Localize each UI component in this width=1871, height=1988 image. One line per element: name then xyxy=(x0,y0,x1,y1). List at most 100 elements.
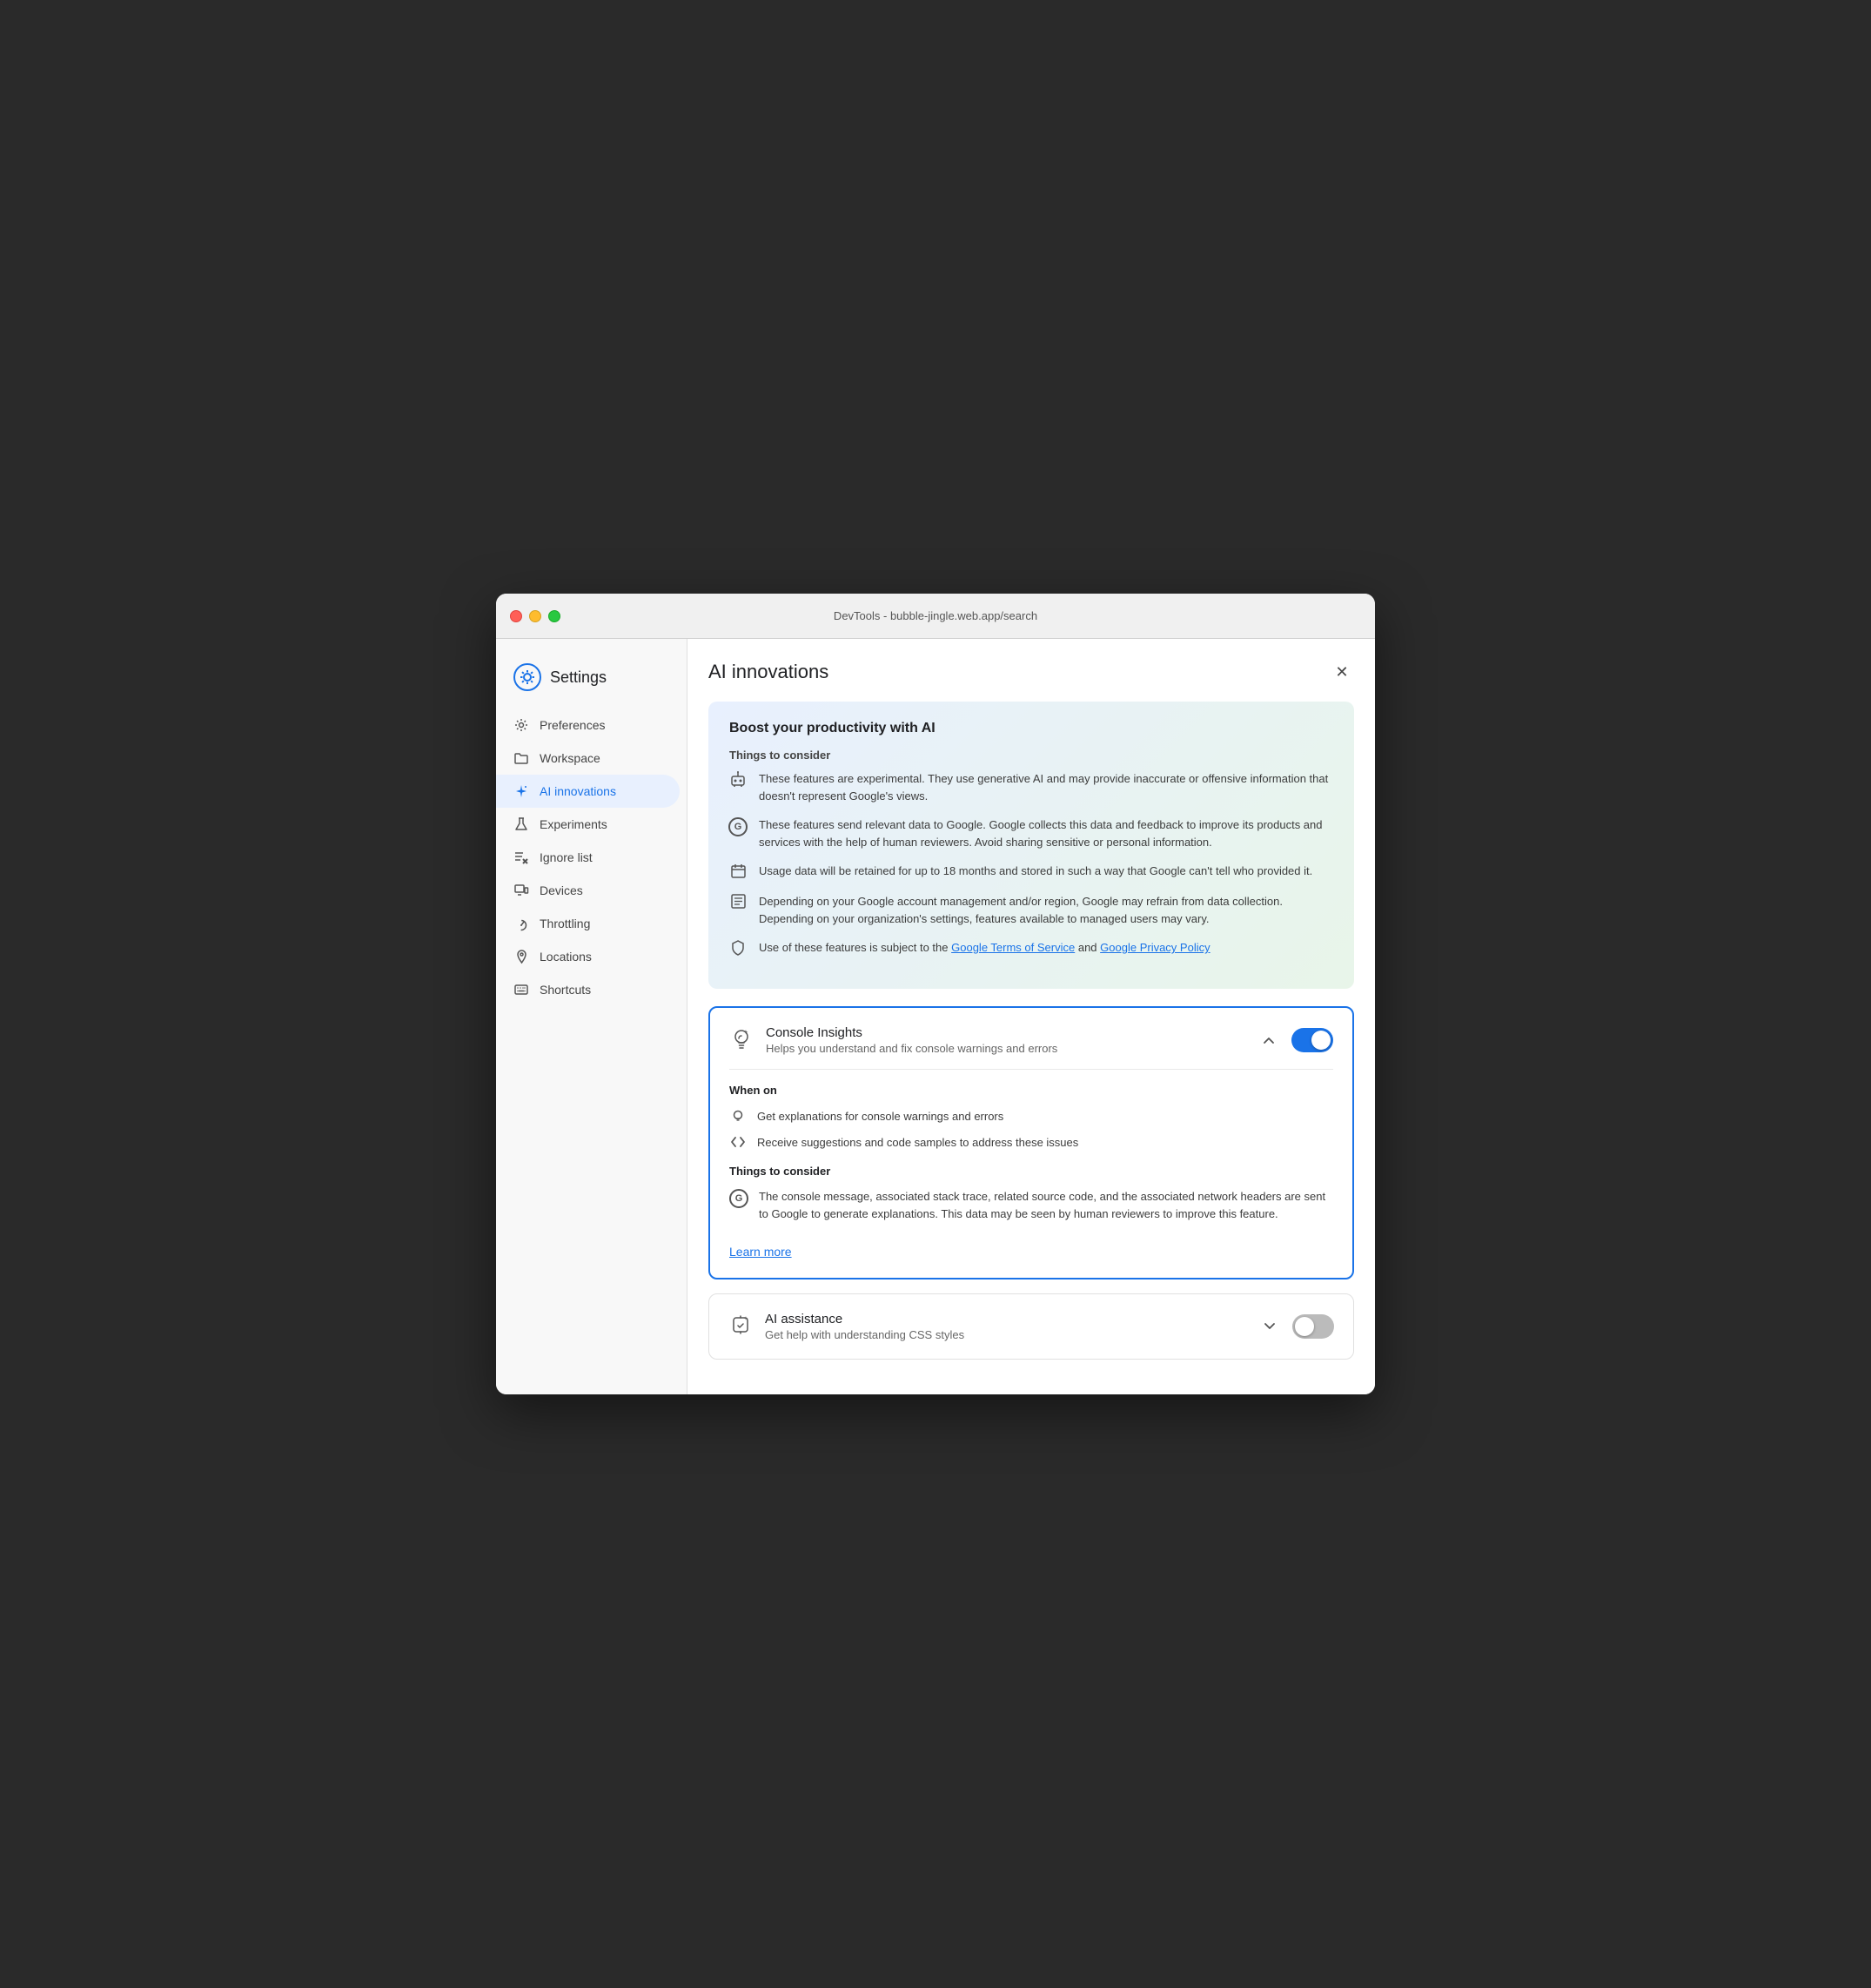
keyboard-icon xyxy=(513,982,529,997)
info-item-text-4: Depending on your Google account managem… xyxy=(759,893,1333,927)
maximize-traffic-light[interactable] xyxy=(548,610,560,622)
sidebar-item-ai-innovations[interactable]: AI innovations xyxy=(496,775,680,808)
toggle-thumb xyxy=(1311,1031,1331,1050)
folder-icon xyxy=(513,750,529,766)
settings-logo-icon xyxy=(513,663,541,691)
when-on-item: Receive suggestions and code samples to … xyxy=(729,1133,1333,1151)
ai-assistance-desc: Get help with understanding CSS styles xyxy=(765,1328,964,1341)
sidebar-item-label-throttling: Throttling xyxy=(540,917,590,930)
sidebar-item-experiments[interactable]: Experiments xyxy=(496,808,680,841)
info-item-text-3: Usage data will be retained for up to 18… xyxy=(759,863,1312,881)
when-on-text-1: Get explanations for console warnings an… xyxy=(757,1110,1003,1123)
considerations-item: G The console message, associated stack … xyxy=(729,1188,1333,1222)
feature-header: Console Insights Helps you understand an… xyxy=(729,1025,1333,1055)
when-on-item: Get explanations for console warnings an… xyxy=(729,1107,1333,1125)
when-on-title: When on xyxy=(729,1084,1333,1097)
sidebar-header: Settings xyxy=(496,656,687,709)
considerations-title: Things to consider xyxy=(729,1165,1333,1178)
close-traffic-light[interactable] xyxy=(510,610,522,622)
feature-header-left: AI assistance Get help with understandin… xyxy=(728,1312,964,1341)
ai-assistance-toggle[interactable] xyxy=(1292,1314,1334,1339)
info-list: These features are experimental. They us… xyxy=(729,770,1333,957)
sidebar-item-throttling[interactable]: Throttling xyxy=(496,907,680,940)
content-header: AI innovations ✕ xyxy=(708,660,1354,684)
sidebar-item-label-preferences: Preferences xyxy=(540,718,605,732)
code-icon xyxy=(729,1133,747,1151)
sidebar-item-devices[interactable]: Devices xyxy=(496,874,680,907)
console-insights-card: Console Insights Helps you understand an… xyxy=(708,1006,1354,1279)
calendar-icon xyxy=(729,863,747,881)
bulb-icon xyxy=(729,1027,754,1051)
info-card-title: Boost your productivity with AI xyxy=(729,721,1333,736)
sidebar-item-label-locations: Locations xyxy=(540,950,592,964)
when-on-list: Get explanations for console warnings an… xyxy=(729,1107,1333,1151)
info-card-subtitle: Things to consider xyxy=(729,749,1333,762)
tos-link[interactable]: Google Terms of Service xyxy=(951,941,1075,954)
info-card: Boost your productivity with AI Things t… xyxy=(708,702,1354,989)
sidebar-item-ignore-list[interactable]: Ignore list xyxy=(496,841,680,874)
sidebar-title: Settings xyxy=(550,668,607,687)
minimize-traffic-light[interactable] xyxy=(529,610,541,622)
google-considerations-icon: G xyxy=(729,1189,748,1208)
considerations-text: The console message, associated stack tr… xyxy=(759,1188,1333,1222)
feature-controls xyxy=(1257,1028,1333,1052)
feature-title: Console Insights xyxy=(766,1025,1057,1040)
list-item: Usage data will be retained for up to 18… xyxy=(729,863,1333,881)
sidebar: Settings Preferences xyxy=(496,639,687,1394)
devices-icon xyxy=(513,883,529,898)
sidebar-item-locations[interactable]: Locations xyxy=(496,940,680,973)
list-item: G These features send relevant data to G… xyxy=(729,816,1333,850)
sidebar-item-label-shortcuts: Shortcuts xyxy=(540,983,591,997)
sidebar-item-label-ai-innovations: AI innovations xyxy=(540,784,616,798)
robot-icon xyxy=(729,771,747,789)
ai-assistance-title: AI assistance xyxy=(765,1312,964,1326)
list-item: These features are experimental. They us… xyxy=(729,770,1333,804)
privacy-link[interactable]: Google Privacy Policy xyxy=(1100,941,1210,954)
when-on-text-2: Receive suggestions and code samples to … xyxy=(757,1136,1078,1149)
close-button[interactable]: ✕ xyxy=(1330,660,1354,684)
sidebar-item-label-devices: Devices xyxy=(540,883,583,897)
learn-more-link[interactable]: Learn more xyxy=(729,1245,792,1259)
sidebar-item-label-workspace: Workspace xyxy=(540,751,600,765)
main-content: Settings Preferences xyxy=(496,639,1375,1394)
sparkle-icon xyxy=(513,783,529,799)
devtools-window: DevTools - bubble-jingle.web.app/search xyxy=(496,594,1375,1394)
sidebar-item-workspace[interactable]: Workspace xyxy=(496,742,680,775)
collapse-button[interactable] xyxy=(1257,1028,1281,1052)
content-area: AI innovations ✕ Boost your productivity… xyxy=(687,639,1375,1394)
info-item-text-1: These features are experimental. They us… xyxy=(759,770,1333,804)
list-icon xyxy=(729,894,747,911)
list-item: Depending on your Google account managem… xyxy=(729,893,1333,927)
sidebar-item-label-experiments: Experiments xyxy=(540,817,607,831)
gear-icon xyxy=(513,717,529,733)
ai-assistance-controls xyxy=(1257,1314,1334,1339)
ai-assistance-card: AI assistance Get help with understandin… xyxy=(708,1293,1354,1360)
feature-expanded-section: When on Get explanations for console war… xyxy=(729,1069,1333,1260)
throttle-icon xyxy=(513,916,529,931)
ai-assist-icon xyxy=(728,1313,753,1338)
sidebar-item-shortcuts[interactable]: Shortcuts xyxy=(496,973,680,1006)
info-item-text-5: Use of these features is subject to the … xyxy=(759,939,1210,957)
feature-text-block: AI assistance Get help with understandin… xyxy=(765,1312,964,1341)
page-title: AI innovations xyxy=(708,661,828,683)
titlebar: DevTools - bubble-jingle.web.app/search xyxy=(496,594,1375,639)
sidebar-item-preferences[interactable]: Preferences xyxy=(496,709,680,742)
feature-header-left: Console Insights Helps you understand an… xyxy=(729,1025,1057,1055)
list-item: Use of these features is subject to the … xyxy=(729,939,1333,957)
sidebar-nav: Preferences Workspace xyxy=(496,709,687,1006)
toggle-thumb-off xyxy=(1295,1317,1314,1336)
bulb-small-icon xyxy=(729,1107,747,1125)
location-icon xyxy=(513,949,529,964)
flask-icon xyxy=(513,816,529,832)
feature-description: Helps you understand and fix console war… xyxy=(766,1042,1057,1055)
window-title: DevTools - bubble-jingle.web.app/search xyxy=(834,609,1037,622)
info-item-text-2: These features send relevant data to Goo… xyxy=(759,816,1333,850)
expand-button[interactable] xyxy=(1257,1314,1282,1339)
traffic-lights xyxy=(510,610,560,622)
feature-text-block: Console Insights Helps you understand an… xyxy=(766,1025,1057,1055)
ignore-icon xyxy=(513,850,529,865)
sidebar-item-label-ignore-list: Ignore list xyxy=(540,850,593,864)
console-insights-toggle[interactable] xyxy=(1291,1028,1333,1052)
ai-assistance-header: AI assistance Get help with understandin… xyxy=(728,1312,1334,1341)
shield-icon xyxy=(729,940,747,957)
